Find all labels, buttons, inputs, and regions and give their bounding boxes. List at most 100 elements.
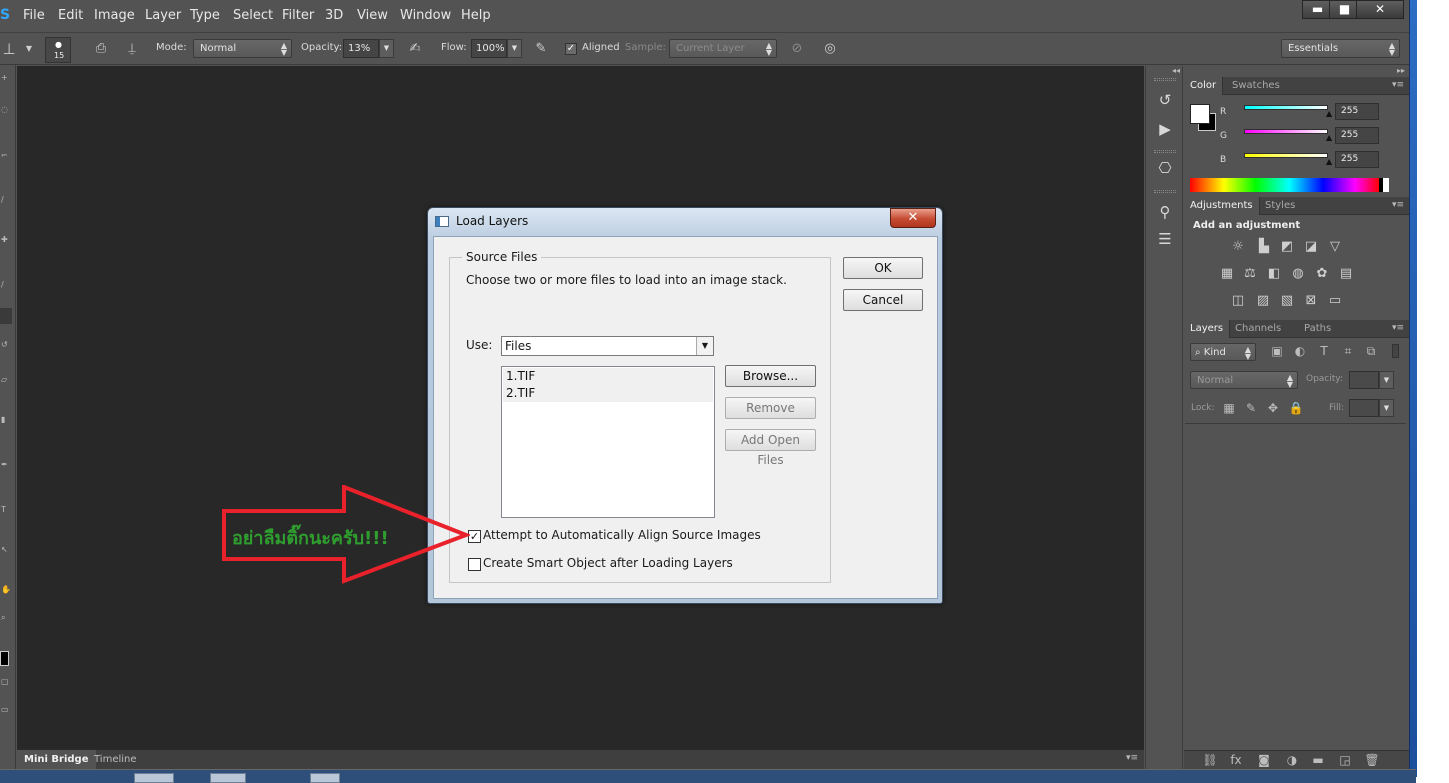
tab-swatches[interactable]: Swatches (1226, 77, 1286, 95)
blue-slider[interactable] (1244, 153, 1328, 158)
clone-source-panel-icon[interactable]: ⎙ (92, 40, 110, 58)
filter-pixel-icon[interactable]: ▣ (1269, 343, 1285, 359)
pressure-size-icon[interactable]: ◎ (821, 40, 839, 58)
selective-color-icon[interactable]: ⊠ (1303, 293, 1319, 309)
remove-button[interactable]: Remove (725, 397, 816, 419)
brush-preset-picker[interactable]: ● 15 (45, 37, 71, 63)
blue-value-input[interactable]: 255 (1335, 151, 1379, 168)
lock-image-icon[interactable]: ✎ (1243, 400, 1259, 416)
black-white-icon[interactable]: ◧ (1266, 266, 1282, 282)
lock-all-icon[interactable]: 🔒 (1288, 400, 1304, 416)
tab-styles[interactable]: Styles (1259, 197, 1301, 215)
slider-thumb-icon[interactable]: ▲ (1326, 109, 1332, 118)
healing-brush-tool-icon[interactable]: ✚ (1, 235, 11, 245)
airbrush-icon[interactable]: ✎ (532, 40, 550, 58)
tab-layers[interactable]: Layers (1184, 320, 1231, 338)
curves-icon[interactable]: ◩ (1279, 239, 1295, 255)
new-layer-icon[interactable]: ◲ (1337, 752, 1353, 768)
panel-menu-icon[interactable]: ▾≡ (1392, 200, 1404, 210)
menu-help[interactable]: Help (461, 8, 491, 23)
pen-tool-icon[interactable]: ✒ (1, 460, 11, 470)
photo-filter-icon[interactable]: ◍ (1290, 266, 1306, 282)
color-spectrum-ramp[interactable] (1190, 178, 1389, 192)
taskbar-item[interactable] (210, 773, 246, 783)
move-tool-icon[interactable]: + (1, 73, 11, 83)
red-slider[interactable] (1244, 105, 1328, 110)
add-open-files-button[interactable]: Add Open Files (725, 429, 816, 467)
type-tool-icon[interactable]: T (1, 505, 11, 515)
crop-tool-icon[interactable]: ⌐ (1, 151, 11, 161)
quick-mask-icon[interactable]: ▢ (1, 677, 11, 687)
taskbar-item[interactable] (310, 773, 340, 783)
slider-thumb-icon[interactable]: ▲ (1326, 133, 1332, 142)
sample-dropdown[interactable]: Current Layer ▲ ▼ (669, 39, 777, 58)
threshold-icon[interactable]: ▧ (1279, 293, 1295, 309)
path-selection-tool-icon[interactable]: ↖ (1, 545, 11, 555)
new-group-icon[interactable]: ▬ (1310, 752, 1326, 768)
menu-type[interactable]: Type (190, 8, 220, 23)
history-brush-tool-icon[interactable]: ↺ (1, 340, 11, 350)
menu-window[interactable]: Window (400, 8, 451, 23)
menu-edit[interactable]: Edit (58, 8, 83, 23)
menu-layer[interactable]: Layer (145, 8, 181, 23)
ignore-adjustment-layers-icon[interactable]: ⊘ (788, 40, 806, 58)
gradient-tool-icon[interactable]: ▮ (1, 415, 11, 425)
vibrance-icon[interactable]: ▽ (1327, 239, 1343, 255)
brightness-contrast-icon[interactable]: ☼ (1230, 239, 1246, 255)
menu-3d[interactable]: 3D (325, 8, 343, 23)
clone-stamp-tool-icon[interactable]: ⊥ (0, 40, 18, 58)
history-panel-icon[interactable]: ↺ (1155, 90, 1175, 110)
red-value-input[interactable]: 255 (1335, 103, 1379, 120)
slider-thumb-icon[interactable]: ▲ (1326, 157, 1332, 166)
opacity-slider-button[interactable]: ▼ (379, 39, 394, 58)
brush-presets-icon[interactable]: ⚲ (1155, 202, 1175, 222)
green-value-input[interactable]: 255 (1335, 127, 1379, 144)
color-balance-icon[interactable]: ⚖ (1242, 266, 1258, 282)
use-dropdown[interactable]: Files ▼ (501, 336, 714, 356)
3d-panel-icon[interactable]: ⎔ (1155, 158, 1175, 178)
menu-image[interactable]: Image (94, 8, 135, 23)
menu-file[interactable]: File (23, 8, 45, 23)
hand-tool-icon[interactable]: ✋ (1, 585, 11, 595)
brush-panel-icon[interactable]: ⍊ (123, 40, 141, 58)
lock-position-icon[interactable]: ✥ (1265, 400, 1281, 416)
gradient-map-icon[interactable]: ▭ (1327, 293, 1343, 309)
eyedropper-tool-icon[interactable]: / (1, 195, 11, 205)
panel-menu-icon[interactable]: ▾≡ (1392, 323, 1404, 333)
panel-grip[interactable] (1154, 78, 1176, 81)
tab-adjustments[interactable]: Adjustments (1184, 197, 1260, 215)
ok-button[interactable]: OK (843, 257, 923, 279)
tab-mini-bridge[interactable]: Mini Bridge (17, 750, 96, 769)
invert-icon[interactable]: ◫ (1230, 293, 1246, 309)
new-adjustment-layer-icon[interactable]: ◑ (1284, 752, 1300, 768)
clone-stamp-tool-active[interactable] (0, 308, 12, 324)
layer-opacity-input[interactable] (1349, 371, 1379, 389)
tab-channels[interactable]: Channels (1229, 320, 1287, 338)
layer-style-fx-icon[interactable]: fx (1228, 752, 1244, 768)
filter-type-icon[interactable]: T (1316, 343, 1332, 359)
delete-layer-icon[interactable]: 🗑 (1364, 752, 1380, 768)
collapse-panels-icon[interactable]: ◂◂ (1172, 66, 1180, 75)
lock-transparent-icon[interactable]: ▦ (1221, 400, 1237, 416)
tab-timeline[interactable]: Timeline (87, 750, 144, 769)
file-list-item[interactable]: 2.TIF (506, 386, 535, 400)
workspace-dropdown[interactable]: Essentials ▲ ▼ (1281, 39, 1400, 58)
flow-input[interactable]: 100% (471, 39, 507, 58)
opacity-input[interactable]: 13% (343, 39, 379, 58)
brush-tool-icon[interactable]: / (1, 280, 11, 290)
foreground-color-swatch[interactable] (0, 651, 9, 666)
menu-select[interactable]: Select (233, 8, 273, 23)
menu-filter[interactable]: Filter (282, 8, 314, 23)
color-lookup-icon[interactable]: ▤ (1338, 266, 1354, 282)
filter-toggle-switch[interactable] (1392, 344, 1399, 358)
actions-panel-icon[interactable]: ▶ (1155, 119, 1175, 139)
close-window-button[interactable]: ✕ (1356, 0, 1404, 19)
fill-slider-button[interactable]: ▼ (1379, 399, 1394, 417)
lasso-tool-icon[interactable]: ◌ (1, 105, 11, 115)
browse-button[interactable]: Browse... (725, 365, 816, 387)
tab-color[interactable]: Color (1184, 77, 1224, 95)
file-list-item[interactable]: 1.TIF (506, 369, 535, 383)
layer-blend-mode-dropdown[interactable]: Normal ▲ ▼ (1190, 371, 1298, 389)
filter-adjustment-icon[interactable]: ◐ (1292, 343, 1308, 359)
eraser-tool-icon[interactable]: ▱ (1, 375, 11, 385)
